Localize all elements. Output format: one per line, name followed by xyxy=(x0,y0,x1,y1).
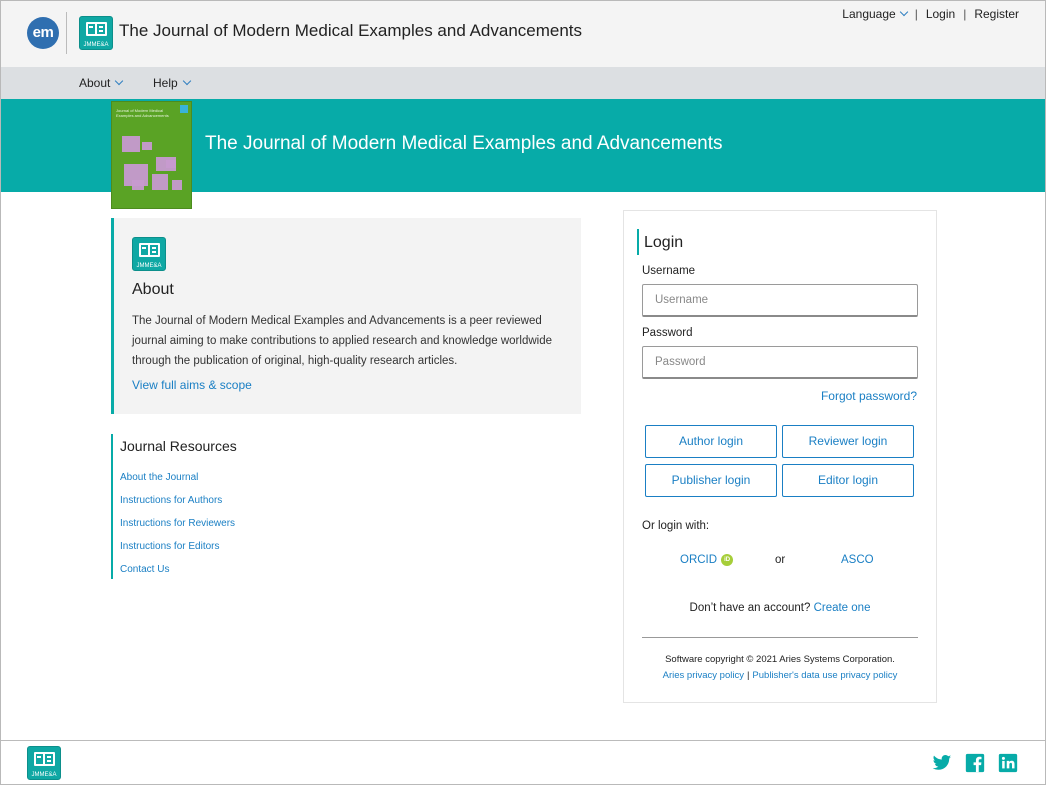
forgot-password-link[interactable]: Forgot password? xyxy=(821,389,917,403)
login-link[interactable]: Login xyxy=(926,7,955,21)
journal-logo-abbr: JMME&A xyxy=(83,42,109,48)
cover-badge xyxy=(180,105,188,113)
resource-link-instructions-authors[interactable]: Instructions for Authors xyxy=(120,489,235,512)
resources-heading: Journal Resources xyxy=(120,438,237,454)
login-heading: Login xyxy=(637,229,683,255)
journal-logo-icon[interactable]: JMME&A xyxy=(27,746,61,780)
main-nav: About Help xyxy=(1,67,1045,99)
journal-logo-abbr: JMME&A xyxy=(136,263,162,269)
header-divider xyxy=(66,12,67,54)
about-panel: JMME&A About The Journal of Modern Medic… xyxy=(111,218,581,414)
author-login-button[interactable]: Author login xyxy=(645,425,777,458)
password-label: Password xyxy=(642,327,693,339)
twitter-icon[interactable] xyxy=(932,753,952,773)
password-input[interactable] xyxy=(642,346,918,379)
about-heading: About xyxy=(132,281,174,298)
nav-separator: | xyxy=(914,7,918,21)
journal-logo-icon[interactable]: JMME&A xyxy=(79,16,113,50)
banner-title: The Journal of Modern Medical Examples a… xyxy=(205,133,723,154)
login-card: Login Username Password Forgot password?… xyxy=(623,210,937,703)
language-dropdown[interactable]: Language xyxy=(842,7,908,21)
publisher-privacy-link[interactable]: Publisher's data use privacy policy xyxy=(752,670,897,681)
top-header: em JMME&A The Journal of Modern Medical … xyxy=(1,1,1045,67)
chevron-down-icon xyxy=(899,7,908,17)
cover-title-text: Journal of Modern Medical Examples and A… xyxy=(116,108,169,118)
nav-item-label: Help xyxy=(153,76,178,90)
register-link[interactable]: Register xyxy=(974,7,1019,21)
reviewer-login-button[interactable]: Reviewer login xyxy=(782,425,914,458)
nav-item-about[interactable]: About xyxy=(79,76,124,90)
linkedin-icon[interactable] xyxy=(998,753,1018,773)
divider xyxy=(642,637,918,638)
about-description: The Journal of Modern Medical Examples a… xyxy=(132,315,552,367)
journal-logo-icon: JMME&A xyxy=(132,237,166,271)
site-title: The Journal of Modern Medical Examples a… xyxy=(119,21,583,40)
journal-cover-image: Journal of Modern Medical Examples and A… xyxy=(111,101,192,209)
no-account-text: Don’t have an account? xyxy=(689,602,811,614)
nav-separator: | xyxy=(963,7,967,21)
utility-nav: Language | Login | Register xyxy=(842,7,1019,21)
resource-link-instructions-reviewers[interactable]: Instructions for Reviewers xyxy=(120,512,235,535)
editorial-manager-logo[interactable]: em xyxy=(27,17,59,49)
or-text: or xyxy=(775,554,786,566)
asco-login-link[interactable]: ASCO xyxy=(841,554,874,566)
resource-link-about-journal[interactable]: About the Journal xyxy=(120,466,235,489)
username-label: Username xyxy=(642,265,696,277)
orcid-login-link[interactable]: ORCID iD xyxy=(680,554,734,566)
chevron-down-icon xyxy=(182,76,191,86)
editor-login-button[interactable]: Editor login xyxy=(782,464,914,497)
privacy-links: Aries privacy policy | Publisher's data us… xyxy=(624,670,936,681)
page-frame: em JMME&A The Journal of Modern Medical … xyxy=(0,0,1046,785)
resource-link-instructions-editors[interactable]: Instructions for Editors xyxy=(120,535,235,558)
orcid-label: ORCID xyxy=(680,554,718,566)
publisher-login-button[interactable]: Publisher login xyxy=(645,464,777,497)
nav-item-label: About xyxy=(79,76,111,90)
aries-privacy-link[interactable]: Aries privacy policy xyxy=(663,670,744,681)
nav-item-help[interactable]: Help xyxy=(153,76,191,90)
username-input[interactable] xyxy=(642,284,918,317)
chevron-down-icon xyxy=(115,76,124,86)
orcid-id-icon: iD xyxy=(721,554,734,566)
journal-resources: Journal Resources About the Journal Inst… xyxy=(111,434,411,579)
resources-list: About the Journal Instructions for Autho… xyxy=(120,466,235,581)
view-aims-scope-link[interactable]: View full aims & scope xyxy=(132,378,252,392)
footer-divider xyxy=(1,740,1045,741)
create-account-link[interactable]: Create one xyxy=(814,602,871,614)
resource-link-contact-us[interactable]: Contact Us xyxy=(120,558,235,581)
journal-logo-abbr: JMME&A xyxy=(31,772,57,778)
facebook-icon[interactable] xyxy=(965,753,985,773)
or-login-with-label: Or login with: xyxy=(642,520,710,532)
language-label: Language xyxy=(842,7,896,21)
no-account-line: Don’t have an account? Create one xyxy=(624,602,936,614)
software-copyright: Software copyright © 2021 Aries Systems … xyxy=(665,654,895,665)
link-separator: | xyxy=(746,670,750,681)
